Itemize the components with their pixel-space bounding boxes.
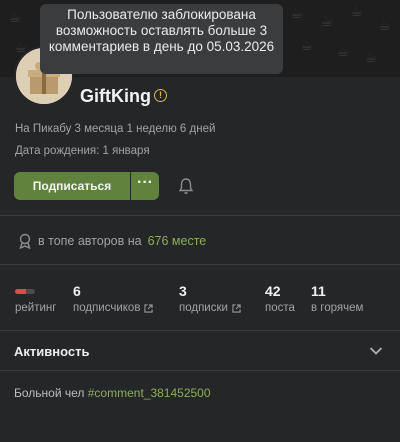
posts-count: 42	[265, 283, 281, 299]
external-link-icon	[232, 303, 241, 313]
cover-pattern-icon: ☕	[350, 3, 364, 20]
hot-count: 11	[311, 283, 326, 299]
subscribe-button[interactable]: Подписаться	[14, 172, 130, 200]
activity-header[interactable]: Активность	[14, 344, 89, 359]
rating-bar	[15, 289, 35, 294]
subscriptions-count: 3	[179, 283, 187, 299]
divider	[0, 330, 400, 331]
cover-pattern-icon: ☕	[336, 43, 350, 60]
cover-pattern-icon: ☕	[8, 9, 22, 26]
subscriptions-link[interactable]: подписки	[179, 302, 241, 314]
comment-text: Больной чел	[14, 386, 85, 400]
divider	[0, 215, 400, 216]
subscriptions-label: подписки	[179, 302, 228, 314]
block-tooltip: Пользователю заблокирована возможность о…	[40, 4, 283, 74]
top-authors-place[interactable]: 676 месте	[148, 234, 207, 248]
hot-label[interactable]: в горячем	[311, 302, 363, 314]
more-options-button[interactable]: ···	[131, 172, 159, 200]
rating-label: рейтинг	[15, 302, 57, 314]
birthday: Дата рождения: 1 января	[15, 145, 150, 157]
username: GiftKing	[80, 86, 151, 106]
rating-bar-fill	[15, 289, 26, 294]
comment-link[interactable]: #comment_381452500	[88, 386, 211, 400]
posts-label[interactable]: поста	[265, 302, 295, 314]
top-authors-prefix: в топе авторов на	[38, 234, 142, 248]
on-site-duration: На Пикабу 3 месяца 1 неделю 6 дней	[15, 123, 216, 135]
exclamation-circle-icon[interactable]: !	[154, 89, 167, 102]
divider	[0, 370, 400, 371]
external-link-icon	[144, 303, 154, 313]
cover-pattern-icon: ☕	[300, 37, 314, 54]
divider	[0, 264, 400, 265]
top-authors-line: в топе авторов на 676 месте	[18, 233, 206, 249]
cover-pattern-icon: ☕	[290, 5, 304, 22]
award-icon	[19, 233, 31, 249]
cover-pattern-icon: ☕	[364, 49, 378, 66]
cover-pattern-icon: ☕	[378, 17, 392, 34]
cover-pattern-icon: ☕	[320, 13, 334, 30]
subscribers-label: подписчиков	[73, 302, 141, 314]
subscribers-count: 6	[73, 283, 81, 299]
activity-comment: Больной чел #comment_381452500	[14, 386, 211, 400]
chevron-down-icon[interactable]	[369, 346, 383, 356]
subscribers-link[interactable]: подписчиков	[73, 302, 154, 314]
bell-icon[interactable]	[178, 177, 194, 195]
